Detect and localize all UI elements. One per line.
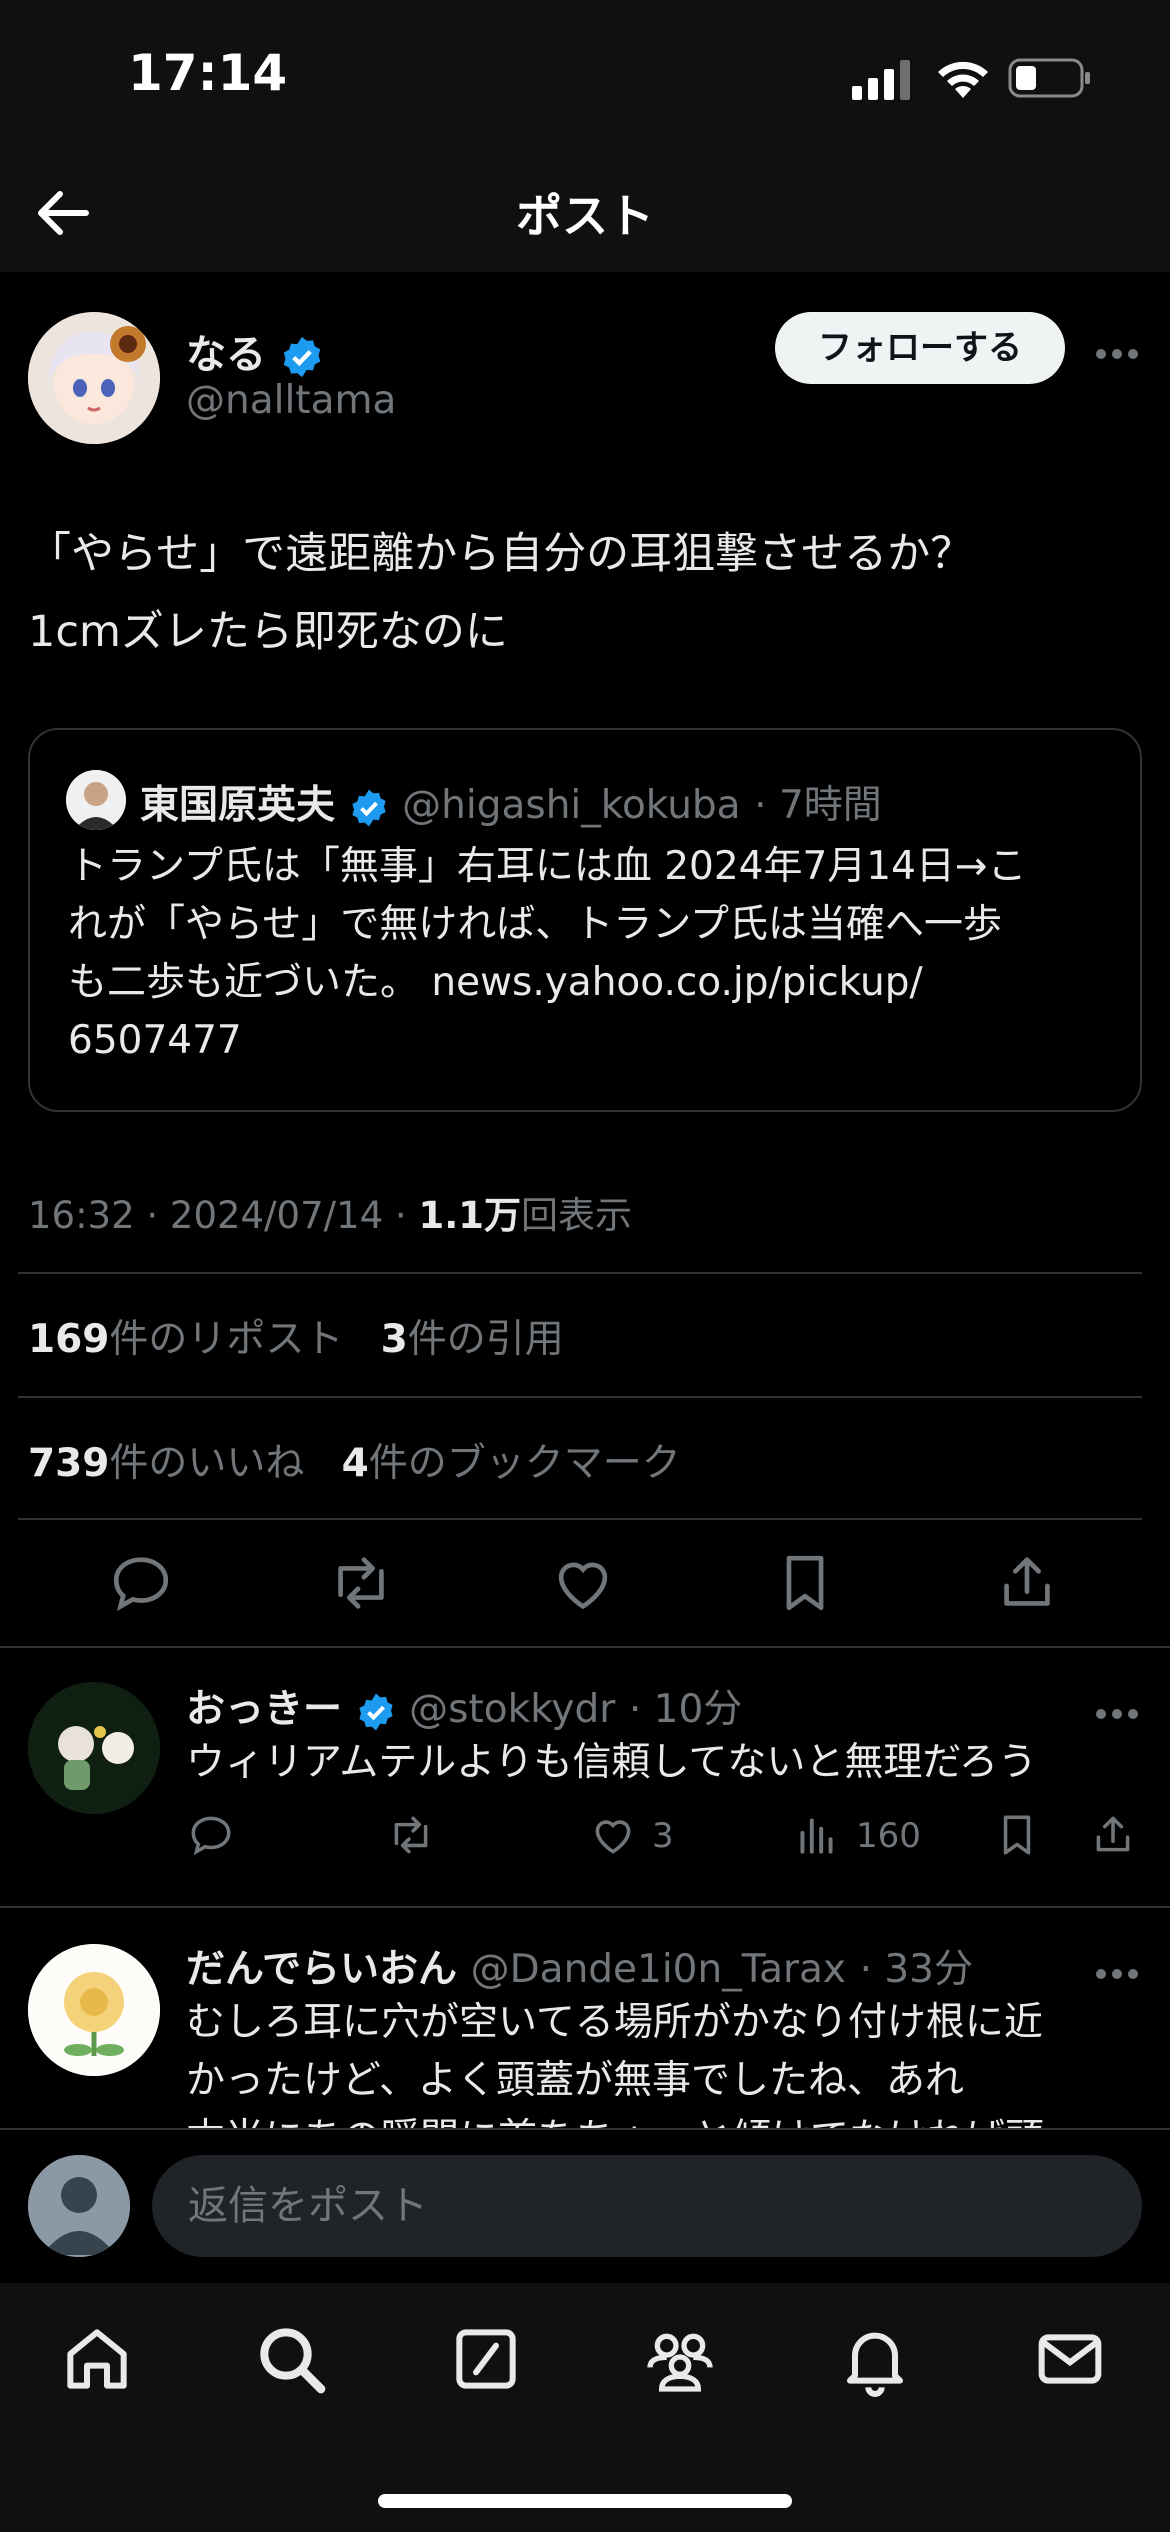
repost-icon[interactable] — [326, 1548, 396, 1618]
reply-author-name[interactable]: おっきー — [186, 1687, 342, 1732]
navigation-bar: ポスト — [0, 150, 1170, 272]
status-bar: 17:14 — [0, 0, 1170, 150]
reply-icon[interactable] — [186, 1810, 236, 1860]
cellular-signal-icon — [852, 60, 910, 100]
like-bookmark-stats: 739件のいいね 4件のブックマーク — [28, 1432, 681, 1488]
quoted-text-line: れが「やらせ」で無ければ、トランプ氏は当確へ一歩 — [68, 902, 1003, 947]
post-meta: 16:32 · 2024/07/14 · 1.1万回表示 — [28, 1185, 632, 1239]
reply-author-avatar[interactable] — [28, 1944, 160, 2076]
views-icon[interactable] — [792, 1810, 842, 1860]
bookmark-icon[interactable] — [992, 1810, 1042, 1860]
reply-like-count: 3 — [652, 1816, 674, 1856]
reply-avatar-image — [28, 1944, 160, 2076]
divider — [18, 1396, 1142, 1398]
notifications-icon[interactable] — [835, 2319, 915, 2399]
likes-count: 739 — [28, 1441, 110, 1486]
quoted-author-name-text: 東国原英夫 — [140, 783, 336, 828]
default-avatar-icon — [28, 2155, 130, 2257]
likes-label: 件のいいね — [109, 1441, 305, 1486]
author-avatar-image — [28, 312, 160, 444]
search-icon[interactable] — [251, 2319, 331, 2399]
reposts-count: 169 — [28, 1317, 110, 1362]
divider — [18, 1272, 1142, 1274]
author-handle[interactable]: @nalltama — [186, 378, 396, 423]
like-icon[interactable] — [588, 1810, 638, 1860]
view-count: 1.1万 — [418, 1194, 521, 1237]
bookmarks-stat[interactable]: 4件のブックマーク — [342, 1441, 681, 1486]
verified-badge-icon — [283, 336, 321, 378]
reply-time: · 33分 — [859, 1947, 973, 1992]
quoted-author-avatar — [66, 770, 126, 830]
share-icon[interactable] — [1088, 1810, 1138, 1860]
reply-text: むしろ耳に穴が空いてる場所がかなり付け根に近 かったけど、よく頭蓋が無事でしたね… — [186, 1994, 1146, 2128]
post-text: 「やらせ」で遠距離から自分の耳狙撃させるか？ 1cmズレたら即死なのに — [28, 515, 1138, 671]
author-name-text: なる — [186, 332, 266, 378]
quoted-author-handle: @higashi_kokuba — [402, 783, 741, 828]
reply-text-line: 本当にあの瞬間に首をちょっと傾けてなければ頭 — [186, 2110, 1146, 2128]
compose-icon[interactable] — [446, 2319, 526, 2399]
battery-icon — [1008, 58, 1090, 98]
likes-stat[interactable]: 739件のいいね — [28, 1441, 304, 1486]
home-indicator — [378, 2494, 792, 2508]
reply-author-avatar[interactable] — [28, 1682, 160, 1814]
reposts-label: 件のリポスト — [109, 1317, 344, 1362]
follow-button[interactable]: フォローする — [775, 312, 1065, 384]
quoted-post-time: · 7時間 — [754, 783, 882, 828]
quotes-label: 件の引用 — [407, 1317, 564, 1362]
reply-header: だんでらいおん @Dande1i0n_Tarax · 33分 — [186, 1938, 973, 1994]
quotes-count: 3 — [380, 1317, 408, 1362]
quoted-text-line: 6507477 — [68, 1018, 242, 1063]
reply-icon[interactable] — [106, 1548, 176, 1618]
post-text-line: 「やらせ」で遠距離から自分の耳狙撃させるか？ — [28, 529, 974, 579]
quoted-text-line: トランプ氏は「無事」右耳には血 2024年7月14日→こ — [68, 844, 1027, 889]
reply-avatar-image — [28, 1682, 160, 1814]
divider — [18, 1518, 1142, 1520]
reply-text: ウィリアムテルよりも信頼してないと無理だろう — [186, 1740, 1037, 1785]
quotes-stat[interactable]: 3件の引用 — [381, 1317, 564, 1362]
reply-item[interactable]: だんでらいおん @Dande1i0n_Tarax · 33分 むしろ耳に穴が空い… — [0, 1908, 1170, 2128]
author-avatar[interactable] — [28, 312, 160, 444]
quoted-author-name: 東国原英夫 @higashi_kokuba · 7時間 — [140, 774, 882, 830]
more-icon[interactable] — [1096, 1964, 1144, 1979]
reply-time: · 10分 — [628, 1687, 743, 1732]
post-timestamp: 16:32 · 2024/07/14 · — [28, 1194, 419, 1237]
communities-icon[interactable] — [640, 2319, 720, 2399]
post-text-line: 1cmズレたら即死なのに — [28, 607, 508, 657]
current-user-avatar[interactable] — [28, 2155, 130, 2257]
reply-text-line: むしろ耳に穴が空いてる場所がかなり付け根に近 — [186, 2000, 1043, 2045]
messages-icon[interactable] — [1030, 2319, 1110, 2399]
reply-text-line: かったけど、よく頭蓋が無事でしたね、あれ — [186, 2058, 965, 2103]
page-title: ポスト — [516, 189, 654, 243]
bookmarks-count: 4 — [341, 1441, 369, 1486]
author-name[interactable]: なる — [186, 322, 324, 380]
reply-item[interactable]: おっきー @stokkydr · 10分 ウィリアムテルよりも信頼してないと無理… — [0, 1648, 1170, 1906]
more-icon[interactable] — [1096, 344, 1144, 359]
reply-header: おっきー @stokkydr · 10分 — [186, 1678, 742, 1734]
bookmarks-label: 件のブックマーク — [368, 1441, 681, 1486]
share-icon[interactable] — [992, 1548, 1062, 1618]
verified-badge-icon — [358, 1693, 393, 1730]
reposts-stat[interactable]: 169件のリポスト — [28, 1317, 343, 1362]
reply-author-name[interactable]: だんでらいおん — [186, 1947, 457, 1992]
reply-view-count: 160 — [856, 1816, 921, 1856]
quoted-text-line: も二歩も近づいた。 news.yahoo.co.jp/pickup/ — [68, 960, 923, 1005]
verified-badge-icon — [351, 789, 386, 826]
repost-quote-stats: 169件のリポスト 3件の引用 — [28, 1308, 564, 1364]
quoted-post[interactable]: 東国原英夫 @higashi_kokuba · 7時間 トランプ氏は「無事」右耳… — [28, 728, 1142, 1112]
status-time: 17:14 — [128, 44, 288, 102]
repost-icon[interactable] — [386, 1810, 436, 1860]
reply-author-handle[interactable]: @stokkydr — [409, 1687, 615, 1732]
view-count-label: 回表示 — [521, 1194, 632, 1237]
home-icon[interactable] — [57, 2319, 137, 2399]
reply-author-handle[interactable]: @Dande1i0n_Tarax — [471, 1947, 846, 1992]
quoted-avatar-image — [66, 770, 126, 830]
like-icon[interactable] — [548, 1548, 618, 1618]
wifi-icon — [938, 61, 988, 98]
bookmark-icon[interactable] — [770, 1548, 840, 1618]
reply-input[interactable]: 返信をポスト — [152, 2155, 1142, 2257]
quoted-post-text: トランプ氏は「無事」右耳には血 2024年7月14日→こ れが「やらせ」で無けれ… — [68, 838, 1108, 1070]
more-icon[interactable] — [1096, 1704, 1144, 1719]
